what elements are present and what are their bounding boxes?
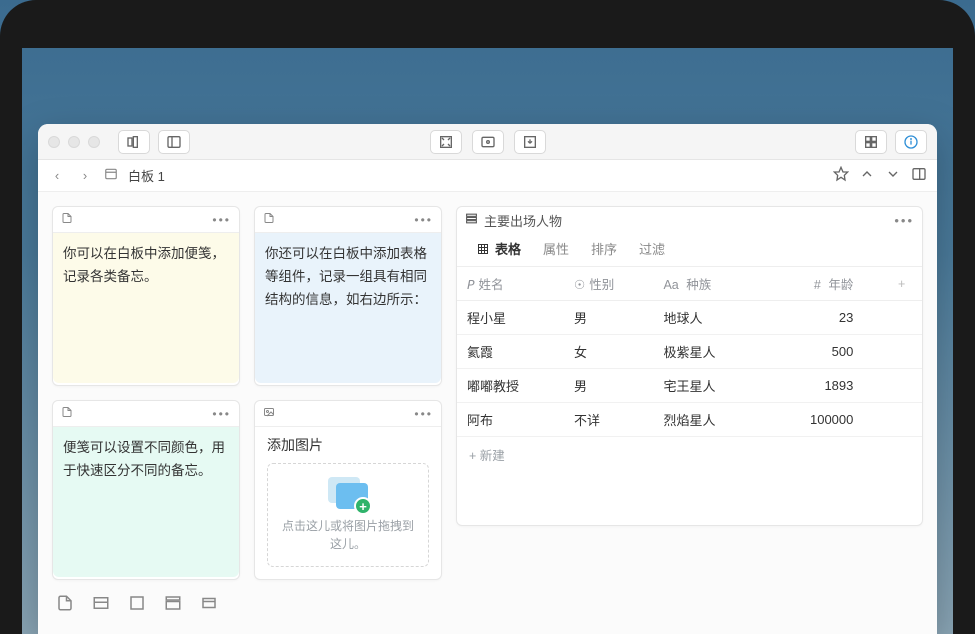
folder-icon: [104, 167, 118, 184]
cell-gender[interactable]: 男: [564, 369, 653, 403]
table-row[interactable]: 氦霞 女 极紫星人 500: [457, 335, 922, 369]
favorite-star-button[interactable]: [833, 166, 849, 185]
table-view-tabs: 表格 属性 排序 过滤: [457, 233, 922, 267]
cell-name[interactable]: 阿布: [457, 403, 564, 437]
card-more-button[interactable]: •••: [414, 213, 433, 227]
note-icon: [61, 212, 73, 227]
cell-name[interactable]: 氦霞: [457, 335, 564, 369]
note-text[interactable]: 你还可以在白板中添加表格等组件，记录一组具有相同结构的信息，如右边所示：: [255, 233, 441, 383]
note-icon: [61, 406, 73, 421]
cell-age[interactable]: 23: [760, 301, 881, 335]
cell-race[interactable]: 宅王星人: [653, 369, 760, 403]
add-column-button[interactable]: +: [881, 267, 922, 301]
cell-race[interactable]: 极紫星人: [653, 335, 760, 369]
database-table: 𝘗姓名 ☉性别 Aa 种族 # 年龄 + 程小星 男 地球人 23: [457, 267, 922, 437]
cell-age[interactable]: 1893: [760, 369, 881, 403]
image-card-title: 添加图片: [255, 427, 441, 455]
note-card-blue[interactable]: ••• 你还可以在白板中添加表格等组件，记录一组具有相同结构的信息，如右边所示：: [254, 206, 442, 386]
cell-gender[interactable]: 不详: [564, 403, 653, 437]
note-text[interactable]: 你可以在白板中添加便笺，记录各类备忘。: [53, 233, 239, 383]
column-header-age[interactable]: # 年龄: [760, 267, 881, 301]
toolbar-expand-button[interactable]: [430, 130, 462, 154]
image-icon: [263, 406, 275, 421]
tool-icon[interactable]: [164, 594, 182, 617]
cell-gender[interactable]: 女: [564, 335, 653, 369]
nav-back-button[interactable]: ‹: [48, 168, 66, 183]
column-header-gender[interactable]: ☉性别: [564, 267, 653, 301]
tab-filter[interactable]: 过滤: [639, 239, 665, 258]
tool-icon[interactable]: [200, 594, 218, 617]
breadcrumb[interactable]: 白板 1: [128, 166, 165, 185]
collapse-up-button[interactable]: [859, 166, 875, 185]
image-card[interactable]: ••• 添加图片 + 点击这儿或将图片拖拽到这儿。: [254, 400, 442, 580]
table-row[interactable]: 阿布 不详 烈焰星人 100000: [457, 403, 922, 437]
cell-race[interactable]: 烈焰星人: [653, 403, 760, 437]
add-row-button[interactable]: + 新建: [457, 437, 922, 472]
card-more-button[interactable]: •••: [212, 407, 231, 421]
toolbar-preview-button[interactable]: [472, 130, 504, 154]
app-window: ‹ › 白板 1: [38, 124, 937, 634]
toolbar-info-button[interactable]: [895, 130, 927, 154]
bottom-toolbar: [52, 594, 240, 617]
expand-down-button[interactable]: [885, 166, 901, 185]
database-title[interactable]: 主要出场人物: [484, 211, 562, 230]
zoom-window-button[interactable]: [88, 136, 100, 148]
toolbar-panel-button-1[interactable]: [118, 130, 150, 154]
tool-icon[interactable]: [128, 594, 146, 617]
table-row[interactable]: 嘟嘟教授 男 宅王星人 1893: [457, 369, 922, 403]
pathbar: ‹ › 白板 1: [38, 160, 937, 192]
note-icon: [263, 212, 275, 227]
close-window-button[interactable]: [48, 136, 60, 148]
cell-name[interactable]: 嘟嘟教授: [457, 369, 564, 403]
minimize-window-button[interactable]: [68, 136, 80, 148]
window-controls: [48, 136, 100, 148]
toolbar-grid-button[interactable]: [855, 130, 887, 154]
toolbar-download-button[interactable]: [514, 130, 546, 154]
note-card-yellow[interactable]: ••• 你可以在白板中添加便笺，记录各类备忘。: [52, 206, 240, 386]
image-placeholder-icon: +: [328, 477, 368, 511]
cell-age[interactable]: 100000: [760, 403, 881, 437]
table-row[interactable]: 程小星 男 地球人 23: [457, 301, 922, 335]
database-card[interactable]: 主要出场人物 ••• 表格 属性 排序 过滤 𝘗姓名: [456, 206, 923, 526]
card-more-button[interactable]: •••: [414, 407, 433, 421]
column-header-race[interactable]: Aa 种族: [653, 267, 760, 301]
whiteboard-canvas[interactable]: ••• 你可以在白板中添加便笺，记录各类备忘。 ••• 便笺可以设置不同颜色，用…: [38, 192, 937, 634]
panel-toggle-button[interactable]: [911, 166, 927, 185]
tool-icon[interactable]: [56, 594, 74, 617]
nav-forward-button[interactable]: ›: [76, 168, 94, 183]
cell-gender[interactable]: 男: [564, 301, 653, 335]
cell-race[interactable]: 地球人: [653, 301, 760, 335]
tool-icon[interactable]: [92, 594, 110, 617]
tab-table[interactable]: 表格: [477, 239, 521, 258]
database-icon: [465, 212, 478, 228]
cell-name[interactable]: 程小星: [457, 301, 564, 335]
cell-age[interactable]: 500: [760, 335, 881, 369]
image-dropzone[interactable]: + 点击这儿或将图片拖拽到这儿。: [267, 463, 429, 567]
card-more-button[interactable]: •••: [212, 213, 231, 227]
tab-sort[interactable]: 排序: [591, 239, 617, 258]
tab-properties[interactable]: 属性: [543, 239, 569, 258]
column-header-name[interactable]: 𝘗姓名: [457, 267, 564, 301]
toolbar-sidebar-button[interactable]: [158, 130, 190, 154]
card-more-button[interactable]: •••: [894, 213, 914, 228]
note-text[interactable]: 便笺可以设置不同颜色，用于快速区分不同的备忘。: [53, 427, 239, 577]
titlebar: [38, 124, 937, 160]
dropzone-hint: 点击这儿或将图片拖拽到这儿。: [268, 517, 428, 553]
note-card-teal[interactable]: ••• 便笺可以设置不同颜色，用于快速区分不同的备忘。: [52, 400, 240, 580]
